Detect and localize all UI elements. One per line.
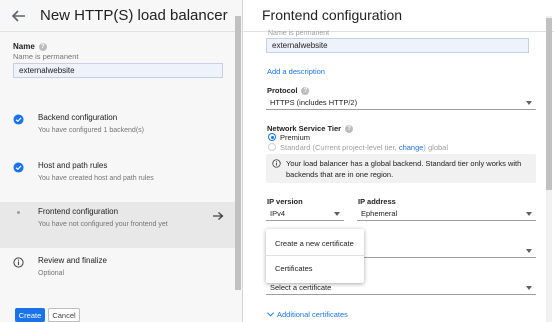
step-subtitle: You have configured 1 backend(s) (38, 127, 144, 134)
standard-label-prefix: Standard (Current project-level tier, (280, 143, 397, 152)
protocol-label: Protocol? (267, 86, 310, 96)
additional-certificates-link[interactable]: Additional certificates (277, 310, 348, 319)
name-hint: Name is permanent (13, 52, 79, 61)
step-title: Review and finalize (38, 256, 107, 265)
network-tier-label: Network Service Tier? (267, 124, 354, 134)
step-title: Host and path rules (38, 161, 108, 170)
cancel-button[interactable]: Cancel (48, 308, 80, 322)
standard-radio[interactable] (268, 143, 276, 151)
standard-label: Standard (Current project-level tier, ch… (280, 143, 448, 152)
help-icon[interactable]: ? (38, 42, 47, 51)
step-subtitle: Optional (38, 270, 65, 277)
protocol-select[interactable]: HTTPS (includes HTTP/2) (266, 96, 536, 110)
check-circle-icon (13, 162, 24, 173)
step-review-and-finalize[interactable]: Review and finalize Optional (0, 251, 238, 297)
add-description-link[interactable]: Add a description (267, 67, 325, 76)
step-backend-configuration[interactable]: Backend configuration You have configure… (0, 108, 238, 154)
ip-version-value: IPv4 (270, 209, 286, 218)
info-text: Your load balancer has a global backend.… (286, 159, 522, 179)
panel-header: Frontend configuration (244, 0, 554, 32)
step-title: Frontend configuration (38, 207, 119, 216)
ip-address-select[interactable]: Ephemeral (357, 207, 536, 221)
premium-label: Premium (280, 133, 311, 142)
chevron-down-icon (526, 212, 532, 216)
chevron-down-icon (526, 286, 532, 290)
info-icon (13, 257, 24, 268)
ip-address-value: Ephemeral (361, 209, 398, 218)
right-scrollbar-thumb[interactable] (546, 18, 552, 190)
name-input[interactable] (13, 63, 223, 78)
protocol-label-text: Protocol (267, 86, 298, 95)
premium-radio[interactable] (268, 133, 276, 141)
frontend-config-panel: Frontend configuration Name is permanent… (244, 0, 554, 322)
chevron-down-icon (526, 101, 532, 105)
ip-version-label: IP version (267, 197, 303, 206)
step-subtitle: You have created host and path rules (38, 175, 154, 182)
panel-title: Frontend configuration (262, 7, 403, 23)
page-title: New HTTP(S) load balancer (40, 7, 228, 24)
chevron-down-icon (267, 312, 274, 317)
menu-divider (266, 255, 364, 256)
check-circle-icon (13, 114, 24, 125)
step-subtitle: You have not configured your frontend ye… (38, 221, 168, 228)
name-label: Name? (13, 42, 47, 51)
chevron-down-icon (526, 249, 532, 253)
name-hint: Name is permanent (268, 30, 330, 37)
info-banner: Your load balancer has a global backend.… (266, 154, 536, 183)
standard-label-suffix: ) global (423, 143, 449, 152)
step-title: Backend configuration (38, 113, 118, 122)
certificate-placeholder: Select a certificate (270, 283, 332, 292)
menu-item-certificates[interactable]: Certificates (275, 264, 313, 273)
frontend-name-input[interactable] (266, 38, 529, 53)
ip-version-select[interactable]: IPv4 (266, 207, 344, 221)
create-button[interactable]: Create (15, 308, 45, 322)
wizard-panel: New HTTP(S) load balancer Name? Name is … (0, 0, 243, 322)
arrow-right-icon (213, 212, 224, 220)
info-icon (272, 159, 281, 168)
left-scrollbar[interactable] (235, 16, 241, 290)
certificate-select[interactable]: Select a certificate (266, 281, 536, 295)
network-tier-label-text: Network Service Tier (267, 124, 342, 133)
dot-icon (17, 211, 20, 214)
help-icon[interactable]: ? (345, 125, 354, 134)
step-host-and-path-rules[interactable]: Host and path rules You have created hos… (0, 156, 238, 202)
protocol-value: HTTPS (includes HTTP/2) (270, 98, 358, 107)
step-frontend-configuration[interactable]: Frontend configuration You have not conf… (0, 202, 238, 248)
chevron-down-icon (334, 212, 340, 216)
certificate-menu: Create a new certificate Certificates (266, 229, 364, 283)
change-tier-link[interactable]: change (399, 143, 424, 152)
back-arrow-icon[interactable] (11, 8, 27, 24)
help-icon[interactable]: ? (301, 87, 310, 96)
wizard-header: New HTTP(S) load balancer (0, 0, 242, 32)
menu-item-create-certificate[interactable]: Create a new certificate (275, 239, 354, 248)
ip-address-label: IP address (358, 197, 396, 206)
name-label-text: Name (13, 42, 35, 51)
